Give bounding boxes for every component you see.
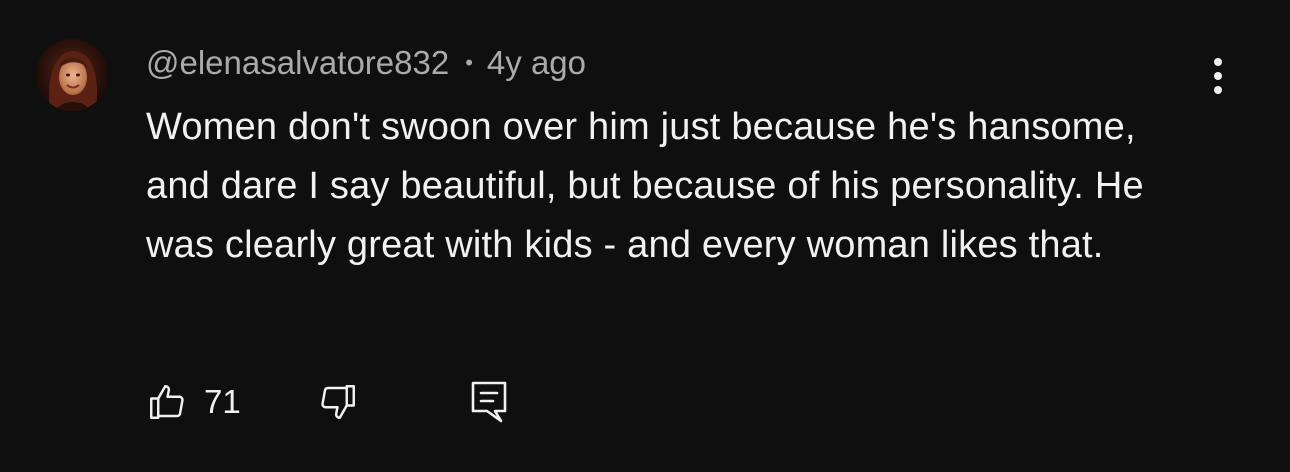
more-options-button[interactable] [1200, 52, 1236, 100]
reply-button[interactable] [469, 379, 509, 425]
comment-item: @elenasalvatore832 • 4y ago Women don't … [0, 0, 1290, 472]
dislike-button[interactable] [317, 381, 359, 423]
thumbs-up-icon [150, 385, 184, 419]
reply-comment-icon [471, 381, 507, 423]
meta-separator: • [465, 50, 473, 75]
comment-text: Women don't swoon over him just because … [146, 106, 1144, 266]
author-handle[interactable]: @elenasalvatore832 [146, 44, 449, 82]
like-button[interactable]: 71 [146, 381, 241, 423]
comment-meta: @elenasalvatore832 • 4y ago [146, 42, 586, 84]
thumbs-down-icon [321, 385, 355, 419]
comment-timestamp[interactable]: 4y ago [487, 44, 586, 82]
avatar-photo-icon [36, 39, 108, 111]
comment-actions: 71 [146, 376, 509, 428]
author-avatar[interactable] [36, 39, 108, 111]
like-count: 71 [204, 383, 241, 420]
more-vertical-icon [1214, 58, 1222, 94]
